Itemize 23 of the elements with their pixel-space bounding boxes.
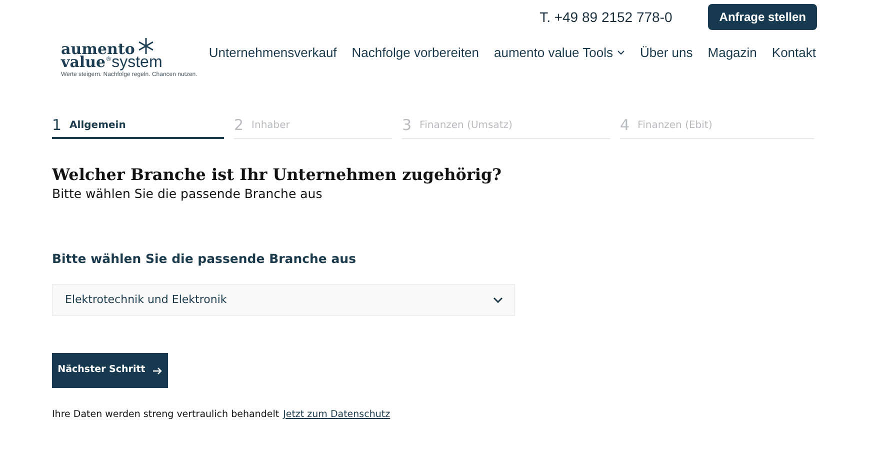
nav-link[interactable]: Nachfolge vorbereiten: [352, 43, 479, 62]
industry-select[interactable]: Elektrotechnik und Elektronik: [52, 284, 515, 316]
privacy-link[interactable]: Jetzt zum Datenschutz: [283, 408, 390, 422]
request-button[interactable]: Anfrage stellen: [708, 4, 817, 30]
nav-link[interactable]: Magazin: [708, 43, 757, 62]
arrow-right-icon: [153, 366, 162, 374]
question-subtitle: Bitte wählen Sie die passende Branche aus: [52, 185, 324, 203]
phone-number: T. +49 89 2152 778-0: [540, 8, 672, 26]
chevron-down-icon: [617, 50, 626, 56]
logo-wordmark: value: [61, 56, 106, 69]
nav-link[interactable]: Über uns: [640, 43, 693, 62]
nav-link[interactable]: aumento value Tools: [494, 43, 626, 62]
chevron-down-icon: [493, 297, 503, 303]
logo-wordmark: system: [112, 56, 162, 69]
logo-wordmark: aumento: [61, 43, 135, 56]
next-step-button[interactable]: Nächster Schritt: [52, 353, 168, 388]
asterisk-icon: [138, 38, 154, 54]
field-label: Bitte wählen Sie die passende Branche aus: [52, 250, 358, 268]
question-title: Welcher Branche ist Ihr Unternehmen zugehörig?: [52, 165, 503, 185]
nav-link[interactable]: Unternehmensverkauf: [208, 43, 337, 62]
privacy-note: Ihre Daten werden streng vertraulich behandelt: [52, 408, 280, 422]
nav-link[interactable]: Kontakt: [772, 43, 816, 62]
progress-step[interactable]: 1 Allgemein: [52, 116, 224, 139]
